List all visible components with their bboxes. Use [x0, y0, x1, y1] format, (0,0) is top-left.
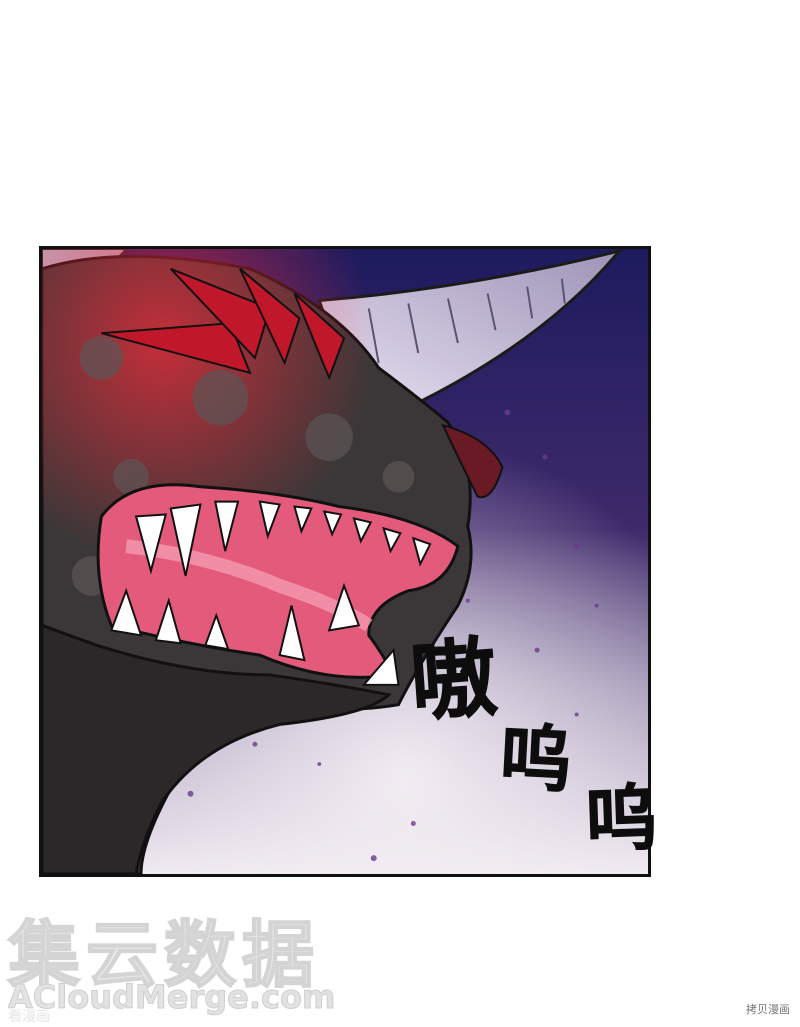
watermark-english: ACloudMerge.com [7, 978, 336, 1017]
sfx-roar-char-1: 嗷 [407, 628, 501, 735]
sfx-roar-char-3: 呜 [583, 775, 659, 863]
sfx-roar-char-2: 呜 [497, 715, 574, 804]
watermark-corner: 拷贝漫画 [746, 1003, 790, 1016]
watermark-small: 看漫画 [8, 1009, 50, 1025]
